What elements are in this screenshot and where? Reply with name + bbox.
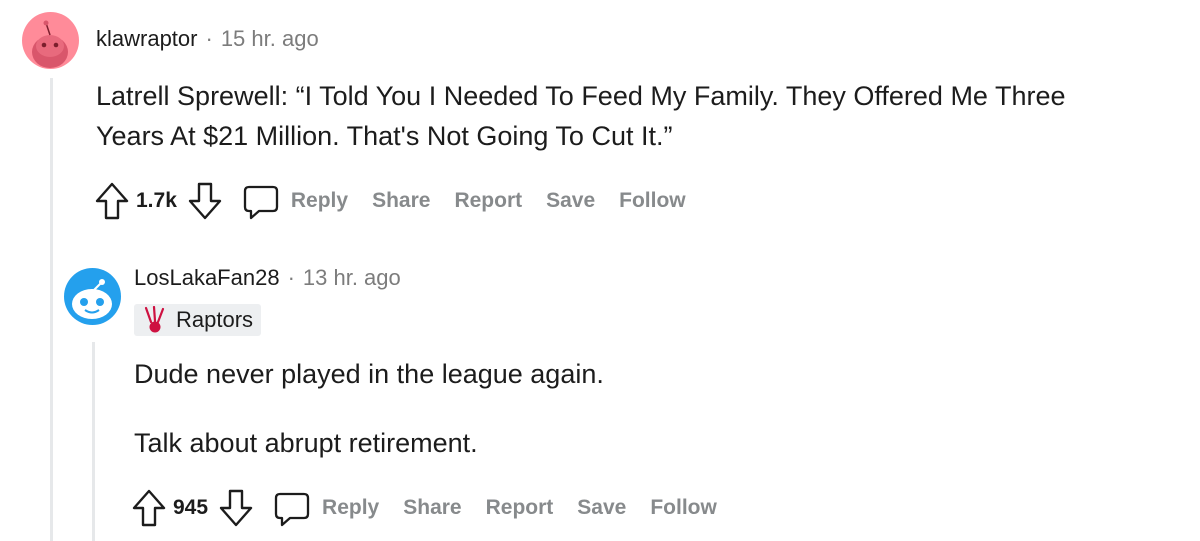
follow-label: Follow	[650, 496, 717, 519]
report-button[interactable]: Report	[486, 496, 554, 520]
downvote-icon[interactable]	[187, 181, 223, 221]
follow-label: Follow	[619, 189, 686, 212]
avatar[interactable]	[64, 268, 121, 325]
reply-label: Reply	[290, 189, 349, 212]
follow-button[interactable]: Follow	[650, 496, 717, 520]
user-flair[interactable]: Raptors	[134, 304, 262, 336]
save-label: Save	[546, 189, 596, 212]
raptors-claw-icon	[144, 306, 165, 333]
comment-actions: 1.7k Reply Share Report Save Follow	[94, 181, 710, 221]
report-label: Report	[454, 189, 523, 212]
report-button[interactable]: Report	[454, 189, 522, 213]
flair-label: Raptors	[176, 307, 254, 332]
reply-button[interactable]: Reply	[223, 181, 348, 221]
comment-paragraph: Talk about abrupt retirement.	[134, 428, 478, 458]
comment-paragraph: Latrell Sprewell: “I Told You I Needed T…	[96, 81, 1066, 111]
downvote-icon[interactable]	[218, 488, 254, 528]
share-label: Share	[403, 496, 462, 519]
vote-score: 945	[173, 496, 209, 519]
comment-meta: LosLakaFan28 · 13 hr. ago	[134, 265, 401, 291]
save-label: Save	[577, 496, 627, 519]
comment-meta: klawraptor · 15 hr. ago	[96, 26, 319, 52]
upvote-icon[interactable]	[94, 181, 130, 221]
upvote-icon[interactable]	[131, 488, 167, 528]
comment-body: Dude never played in the league again. T…	[134, 354, 604, 463]
timestamp[interactable]: 13 hr. ago	[303, 265, 401, 291]
vote-score: 1.7k	[136, 189, 177, 212]
report-label: Report	[485, 496, 554, 519]
follow-button[interactable]: Follow	[619, 189, 686, 213]
comment-paragraph: Years At $21 Million. That's Not Going T…	[96, 121, 673, 151]
timestamp[interactable]: 15 hr. ago	[221, 26, 319, 52]
share-label: Share	[372, 189, 431, 212]
comment-paragraph: Dude never played in the league again.	[134, 359, 604, 389]
share-button[interactable]: Share	[372, 189, 430, 213]
comment-actions: 945 Reply Share Report Save Follow	[131, 488, 741, 528]
share-button[interactable]: Share	[403, 496, 461, 520]
reply-label: Reply	[322, 496, 380, 519]
comment-icon	[274, 492, 310, 527]
username[interactable]: klawraptor	[96, 26, 197, 52]
separator: ·	[205, 26, 213, 51]
comment-icon	[243, 185, 279, 220]
save-button[interactable]: Save	[577, 496, 626, 520]
thread-line[interactable]	[92, 342, 95, 541]
username[interactable]: LosLakaFan28	[134, 265, 280, 291]
thread-line[interactable]	[50, 78, 53, 541]
separator: ·	[287, 265, 295, 290]
reply-button[interactable]: Reply	[254, 488, 379, 528]
avatar[interactable]	[22, 12, 79, 69]
comment-body: Latrell Sprewell: “I Told You I Needed T…	[96, 76, 1066, 156]
save-button[interactable]: Save	[546, 189, 595, 213]
